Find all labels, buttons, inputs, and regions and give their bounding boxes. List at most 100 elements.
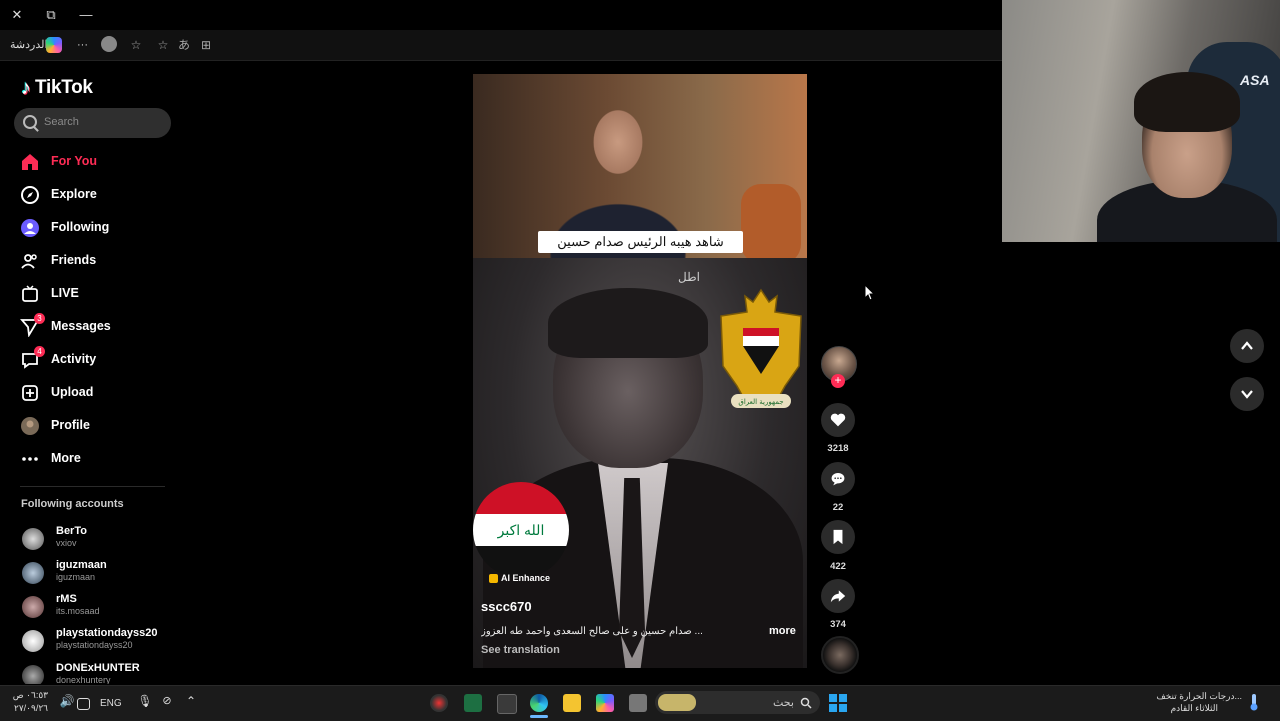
share-icon [830,590,846,603]
video-chair [741,184,801,264]
mouse-cursor-icon [864,284,876,301]
nav-label: More [51,451,81,465]
chat-button[interactable]: الدردشة [10,37,48,53]
comment-count: 22 [832,502,844,513]
close-window-icon[interactable]: ✕ [8,6,26,24]
excel-app-icon[interactable] [464,694,482,712]
edge-app-icon[interactable] [530,694,548,712]
follow-plus-icon[interactable]: + [831,374,845,388]
account-username: donexhuntery [56,675,111,684]
nav-more[interactable]: More [20,446,170,472]
account-item[interactable]: rMS its.mosaad [22,593,182,623]
save-button[interactable] [821,520,855,554]
browser-profile-avatar[interactable] [101,36,117,52]
previous-video-button[interactable] [1230,329,1264,363]
search-highlight-image [658,694,696,711]
clock-time[interactable]: ٠٦:٥٣ ص [8,690,48,701]
friends-icon [21,254,37,269]
restore-window-icon[interactable]: ⧉ [42,6,60,24]
share-count: 374 [830,619,846,630]
see-translation-button[interactable]: See translation [481,644,560,656]
nav-label: Explore [51,187,97,201]
translate-icon[interactable]: あ [176,37,192,53]
heart-icon [830,413,846,427]
nav-label: Upload [51,385,94,399]
account-name: iguzmaan [56,559,107,571]
network-icon[interactable]: ⊘ [158,694,176,712]
tiktok-logo[interactable]: ♪ TikTok [21,76,93,100]
collections-icon[interactable]: ⊞ [198,37,214,53]
account-username: iguzmaan [56,572,96,582]
account-username: playstationdayss20 [56,640,133,650]
favorite-star-icon[interactable]: ☆ [128,37,144,53]
following-accounts-title: Following accounts [21,498,124,510]
account-item[interactable]: BerTo vxiov [22,525,182,555]
streamer-hair [1134,72,1240,132]
nav-label: Messages [51,319,111,333]
start-button[interactable] [829,694,847,712]
nav-label: Profile [51,418,90,432]
weather-line-1[interactable]: درجات الحرارة تنخف... [1140,691,1242,702]
language-indicator[interactable]: ENG [100,698,122,709]
nav-messages[interactable]: 3 Messages [20,313,170,340]
search-input[interactable]: Search [14,108,171,138]
video-caption: ... صدام حسين و على صالح السعدى وأحمد طه… [481,626,703,637]
show-hidden-icons[interactable]: ⌃ [182,694,200,712]
nav-explore[interactable]: Explore [20,182,170,208]
task-view-icon[interactable] [629,694,647,712]
webcam-overlay: ASA [1002,0,1280,242]
chevron-down-icon [1241,390,1253,399]
nav-friends[interactable]: Friends [20,248,170,274]
more-icon [22,457,38,461]
file-explorer-icon[interactable] [563,694,581,712]
minimize-window-icon[interactable]: — [77,6,95,24]
clock-date[interactable]: ٢٧/٠٩/٢٦ [8,703,48,714]
nav-for-you[interactable]: For You [20,149,170,175]
caption-more-button[interactable]: more [769,625,796,637]
account-item[interactable]: DONExHUNTER donexhuntery [22,662,182,684]
account-item[interactable]: iguzmaan iguzmaan [22,559,182,589]
ai-enhance-chip[interactable]: AI Enhance [485,570,554,586]
logo-text: TikTok [35,77,93,98]
share-button[interactable] [821,579,855,613]
like-button[interactable] [821,403,855,437]
nav-label: For You [51,154,98,168]
bookmark-icon [833,529,843,545]
next-video-button[interactable] [1230,377,1264,411]
following-icon [21,219,39,237]
obs-app-icon[interactable] [430,694,448,712]
nav-activity[interactable]: 4 Activity [20,346,170,373]
active-app-indicator [530,715,548,718]
nav-profile[interactable]: Profile [20,413,170,439]
more-options-icon[interactable]: ··· [77,37,88,53]
video-player[interactable]: شاهد هيبه الرئيس صدام حسين اطل جمهورية ا… [473,74,807,668]
copilot-app-icon[interactable] [596,694,614,712]
video-top-frame: شاهد هيبه الرئيس صدام حسين [473,74,807,264]
add-favorite-icon[interactable]: ☆ [155,37,171,53]
flag-text: الله اكبر [473,513,569,547]
compass-icon [21,186,39,204]
account-item[interactable]: playstationdayss20 playstationdayss20 [22,627,182,657]
volume-icon[interactable]: 🔊 [58,694,76,712]
video-username[interactable]: sscc670 [481,599,532,614]
display-icon[interactable] [77,698,90,710]
nav-following[interactable]: Following [20,215,170,241]
music-disc-icon[interactable] [821,636,859,674]
account-avatar [22,630,44,652]
taskbar-search-text: بحث [773,697,794,709]
comment-button[interactable] [821,462,855,496]
nav-upload[interactable]: Upload [20,380,170,406]
weather-line-2[interactable]: الثلاثاء القادم [1140,703,1218,714]
taskbar-search-icon [800,697,812,709]
ai-enhance-icon [489,573,498,583]
tiktok-note-icon: ♪ [21,76,31,99]
store-app-icon[interactable] [497,694,517,714]
thermometer-icon[interactable] [1249,693,1259,711]
profile-avatar [21,417,39,435]
search-placeholder: Search [44,116,79,128]
nav-live[interactable]: LIVE [20,281,170,307]
iraq-flag-badge: الله اكبر [473,482,569,578]
ai-enhance-label: AI Enhance [501,573,551,583]
copilot-icon[interactable] [46,37,62,53]
microphone-icon[interactable]: 🎙 [136,694,154,712]
